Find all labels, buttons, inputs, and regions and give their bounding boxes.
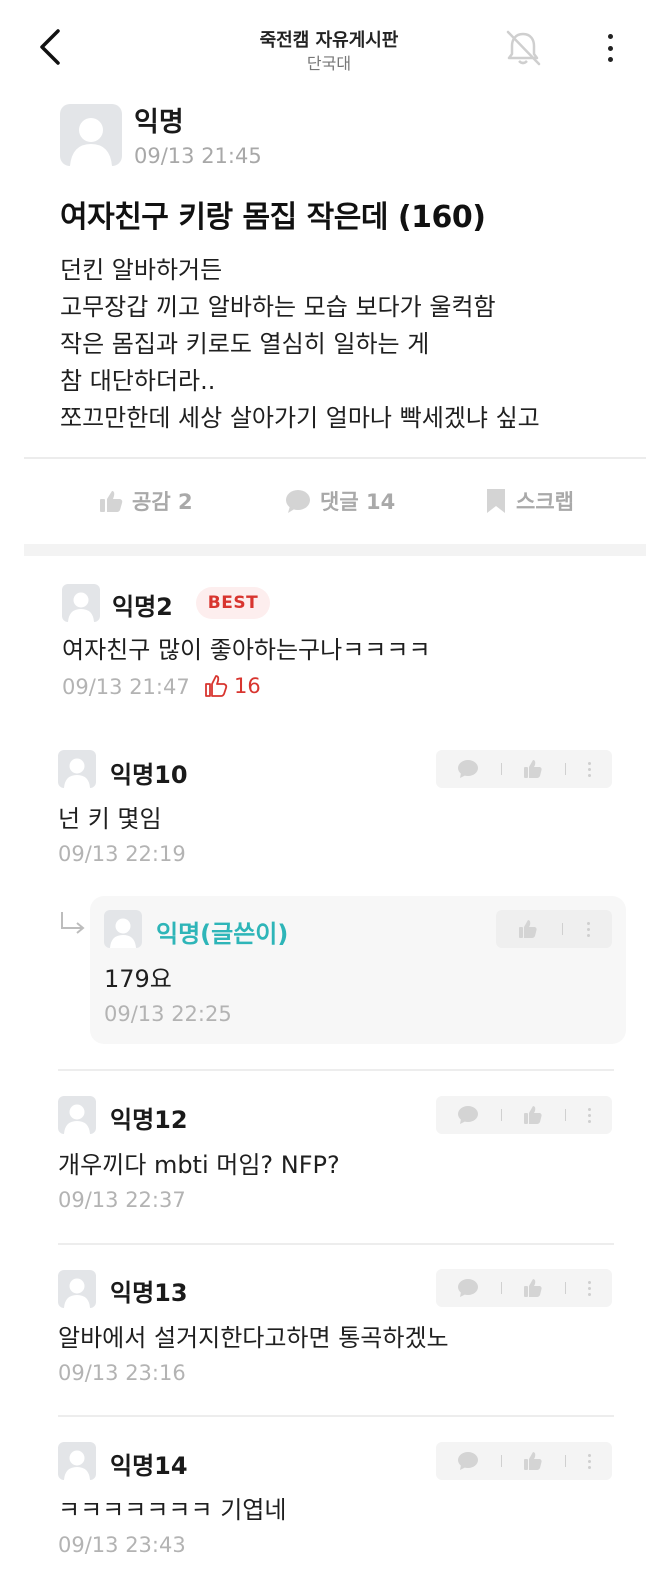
post-body-line: 작은 몸집과 키로도 열심히 일하는 게: [60, 330, 430, 358]
avatar-silhouette-icon: [64, 758, 90, 788]
reply-icon[interactable]: [457, 1451, 479, 1471]
comment-time: 09/13 22:25: [104, 1002, 232, 1026]
pill-divider: [562, 923, 563, 935]
app-header: 죽전캠 자유게시판 단국대: [0, 0, 658, 90]
comment-author: 익명13: [110, 1279, 188, 1307]
school-name: 단국대: [306, 54, 352, 73]
comment-button[interactable]: 댓글 14: [284, 486, 395, 516]
pill-divider: [565, 1455, 567, 1467]
comment-time: 09/13 23:16: [58, 1361, 186, 1385]
post-time: 09/13 21:45: [134, 144, 262, 168]
comment-like-count: 16: [204, 674, 261, 698]
comment-avatar: [58, 1096, 96, 1134]
pill-divider: [500, 1455, 502, 1467]
chat-bubble-icon: [286, 490, 310, 513]
comment-divider: [58, 1415, 614, 1417]
post-actions: 공감 2 댓글 14 스크랩: [24, 460, 646, 544]
dot: [607, 34, 613, 39]
like-label: 공감 2: [132, 490, 193, 514]
like-icon[interactable]: [518, 919, 538, 939]
reply-icon[interactable]: [457, 1105, 479, 1125]
post-body-line: 던킨 알바하거든: [60, 256, 223, 284]
avatar-silhouette-icon: [64, 1278, 90, 1308]
like-icon[interactable]: [523, 759, 543, 779]
section-separator: [24, 544, 646, 556]
comment-action-pill: [436, 750, 612, 788]
post-title: 여자친구 키랑 몸집 작은데 (160): [60, 200, 486, 235]
thumbs-up-icon: [100, 491, 123, 512]
comment-action-pill: [496, 910, 612, 948]
comment-avatar: [58, 1442, 96, 1480]
comment-author: 익명2: [112, 593, 173, 621]
comment-author: 익명12: [110, 1106, 188, 1134]
pill-divider: [500, 1282, 502, 1294]
pill-divider: [565, 1282, 567, 1294]
like-count-value: 16: [234, 674, 261, 698]
like-icon[interactable]: [523, 1451, 543, 1471]
pill-divider: [565, 763, 567, 775]
like-icon[interactable]: [523, 1105, 543, 1125]
scrap-button[interactable]: 스크랩: [484, 486, 574, 516]
reply-icon[interactable]: [457, 1278, 479, 1298]
notification-toggle[interactable]: [502, 28, 544, 68]
avatar-silhouette-icon: [64, 1104, 90, 1134]
more-options-button[interactable]: [596, 30, 624, 66]
comment-avatar: [58, 750, 96, 788]
comment-divider: [58, 1069, 614, 1071]
post-body: 던킨 알바하거든 고무장갑 끼고 알바하는 모습 보다가 울컥함 작은 몸집과 …: [60, 252, 640, 437]
comment-time: 09/13 22:37: [58, 1188, 186, 1212]
avatar-silhouette-icon: [64, 1450, 90, 1480]
comment-text: 넌 키 몇임: [58, 805, 162, 833]
comment-author: 익명14: [110, 1452, 188, 1480]
comment-text: 개우끼다 mbti 머임? NFP?: [58, 1151, 340, 1179]
thumbs-up-outline-icon: [205, 675, 228, 697]
scrap-label: 스크랩: [516, 490, 574, 514]
comment-text: ㅋㅋㅋㅋㅋㅋㅋ 기엽네: [58, 1496, 287, 1524]
more-icon[interactable]: [587, 921, 590, 937]
board-title: 죽전캠 자유게시판: [259, 30, 399, 51]
reply-arrow-icon: [61, 912, 85, 934]
comment-text: 여자친구 많이 좋아하는구나ㅋㅋㅋㅋ: [62, 636, 431, 664]
post-body-line: 고무장갑 끼고 알바하는 모습 보다가 울컥함: [60, 293, 496, 321]
more-icon[interactable]: [588, 1107, 592, 1123]
avatar-silhouette-icon: [70, 118, 112, 166]
comment-time: 09/13 22:19: [58, 842, 186, 866]
bell-off-icon: [506, 30, 541, 66]
comment-action-pill: [436, 1269, 612, 1307]
post-body-line: 참 대단하더라..: [60, 367, 216, 395]
comment-label: 댓글 14: [320, 490, 396, 514]
comment-text: 179요: [104, 965, 172, 993]
pill-divider: [565, 1109, 567, 1121]
like-button[interactable]: 공감 2: [98, 486, 193, 516]
comment-time: 09/13 21:47: [62, 675, 190, 699]
dot: [607, 57, 613, 62]
more-icon[interactable]: [588, 761, 592, 777]
more-icon[interactable]: [588, 1453, 592, 1469]
like-icon[interactable]: [523, 1278, 543, 1298]
avatar-silhouette-icon: [68, 592, 94, 622]
pill-divider: [500, 763, 502, 775]
divider: [24, 457, 646, 459]
post-body-line: 쪼끄만한데 세상 살아가기 얼마나 빡세겠냐 싶고: [60, 404, 540, 432]
comment-avatar: [58, 1270, 96, 1308]
comment-author: 익명10: [110, 761, 188, 789]
reply-icon[interactable]: [457, 759, 479, 779]
post-author-avatar: [60, 104, 122, 166]
bookmark-icon: [487, 489, 505, 513]
more-icon[interactable]: [588, 1280, 592, 1296]
comment-text: 알바에서 설거지한다고하면 통곡하겠노: [58, 1324, 449, 1352]
best-badge: BEST: [196, 587, 270, 619]
post-author: 익명: [134, 107, 184, 138]
comment-action-pill: [436, 1096, 612, 1134]
dot: [607, 45, 613, 51]
comment-author-writer: 익명(글쓴이): [156, 920, 289, 948]
comment-action-pill: [436, 1442, 612, 1480]
comment-avatar: [62, 584, 100, 622]
comment-avatar: [104, 910, 142, 948]
comment-time: 09/13 23:43: [58, 1533, 186, 1557]
comment-divider: [58, 1243, 614, 1245]
avatar-silhouette-icon: [110, 918, 136, 948]
pill-divider: [500, 1109, 502, 1121]
